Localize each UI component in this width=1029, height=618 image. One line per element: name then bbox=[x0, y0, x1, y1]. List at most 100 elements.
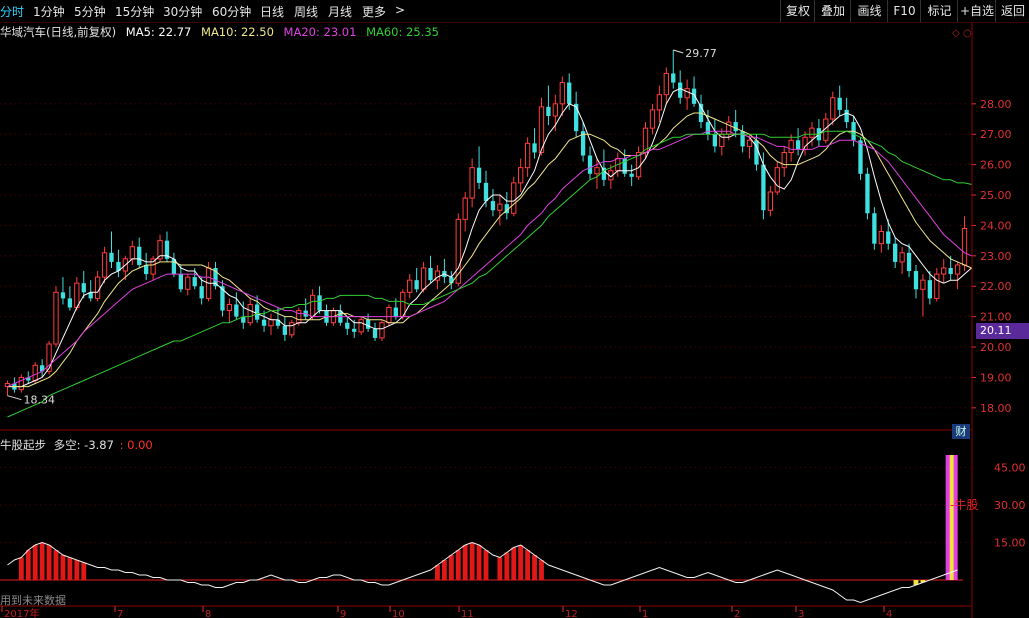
low-annotation: 18.34 bbox=[23, 394, 55, 407]
candle-body bbox=[254, 304, 260, 320]
candle-body bbox=[296, 310, 302, 324]
indicator-red-bar bbox=[497, 557, 503, 580]
candle-body bbox=[428, 268, 433, 281]
candle-body bbox=[289, 322, 295, 336]
x-tick-label: 3 bbox=[798, 609, 804, 618]
indicator-red-bar bbox=[539, 560, 544, 580]
candle-body bbox=[511, 182, 517, 214]
candle-body bbox=[837, 97, 842, 110]
indicator-tick-label: 15.00 bbox=[994, 537, 1026, 550]
indicator-red-bar bbox=[455, 550, 461, 580]
y-tick-label: 24.00 bbox=[980, 219, 1012, 232]
candle-body bbox=[345, 322, 350, 329]
candle-body bbox=[678, 82, 683, 98]
candle-body bbox=[954, 264, 961, 275]
candle-body bbox=[802, 136, 808, 150]
diamond-icon: ◇ bbox=[952, 28, 960, 39]
candle-body bbox=[282, 325, 288, 335]
candle-body bbox=[129, 246, 135, 260]
candle-body bbox=[746, 139, 753, 147]
candle-body bbox=[948, 268, 953, 275]
candle-body bbox=[386, 307, 392, 324]
candle-body bbox=[906, 252, 912, 272]
candle-body bbox=[594, 167, 600, 175]
x-tick-label: 7 bbox=[117, 609, 123, 618]
candle-body bbox=[691, 88, 697, 104]
x-tick-label: 2 bbox=[734, 609, 740, 618]
high-pointer bbox=[673, 49, 684, 54]
y-tick-label: 26.00 bbox=[980, 159, 1012, 172]
candle-body bbox=[740, 131, 745, 147]
candle-body bbox=[67, 298, 73, 308]
candle-body bbox=[712, 134, 718, 147]
candle-body bbox=[94, 276, 101, 299]
candle-body bbox=[414, 280, 419, 290]
y-tick-label: 22.00 bbox=[980, 280, 1012, 293]
candle-body bbox=[268, 319, 274, 327]
candle-body bbox=[407, 279, 413, 293]
candle-body bbox=[767, 191, 773, 211]
candle-body bbox=[261, 319, 267, 326]
indicator-red-bar bbox=[60, 555, 66, 580]
indicator-red-bar bbox=[532, 555, 537, 580]
candle-body bbox=[234, 304, 239, 317]
indicator-red-bar bbox=[441, 560, 447, 580]
indicator-red-bar bbox=[469, 542, 475, 580]
candle-body bbox=[524, 142, 531, 169]
candle-body bbox=[309, 294, 316, 318]
candle-body bbox=[795, 140, 801, 150]
indicator-red-bar bbox=[476, 545, 482, 580]
candle-body bbox=[518, 167, 524, 184]
candle-body bbox=[144, 264, 149, 275]
candle-body bbox=[18, 376, 24, 391]
candle-body bbox=[490, 201, 496, 211]
candle-body bbox=[199, 286, 204, 299]
y-tick-label: 19.00 bbox=[980, 371, 1012, 384]
candle-body bbox=[317, 295, 322, 311]
circle-icon: ○ bbox=[963, 28, 972, 39]
candle-body bbox=[629, 173, 634, 177]
ma-line-ma10 bbox=[7, 112, 972, 388]
x-tick-label: 4 bbox=[886, 609, 892, 618]
y-tick-label: 28.00 bbox=[980, 98, 1012, 111]
chart-canvas[interactable]: 28.00 27.00 26.00 25.00 24.00 23.00 22.00 21.00… bbox=[0, 0, 1029, 618]
y-tick-label: 20.00 bbox=[980, 341, 1012, 354]
candle-body bbox=[761, 164, 766, 211]
candle-body bbox=[865, 173, 870, 214]
candle-body bbox=[809, 127, 815, 138]
candle-body bbox=[365, 319, 371, 329]
candle-body bbox=[226, 303, 233, 312]
candle-body bbox=[483, 182, 489, 202]
x-tick-label: 2017年 bbox=[4, 607, 39, 618]
y-tick-label: 27.00 bbox=[980, 128, 1012, 141]
indicator-red-bar bbox=[67, 557, 73, 580]
candle-body bbox=[671, 73, 676, 83]
candle-body bbox=[469, 167, 475, 199]
indicator-line bbox=[7, 541, 958, 604]
candle-body bbox=[663, 72, 669, 96]
candle-body bbox=[497, 203, 503, 211]
indicator-tick-label: 45.00 bbox=[994, 462, 1026, 475]
candle-body bbox=[705, 122, 711, 135]
candle-body bbox=[726, 121, 732, 135]
candle-body bbox=[60, 292, 66, 299]
candle-body bbox=[684, 88, 690, 99]
candle-body bbox=[32, 364, 38, 381]
candle-body bbox=[372, 328, 378, 338]
y-tick-label: 25.00 bbox=[980, 189, 1012, 202]
x-tick-label: 8 bbox=[205, 609, 211, 618]
y-tick-label: 18.00 bbox=[980, 402, 1012, 415]
indicator-red-bar bbox=[511, 547, 517, 580]
bull-marker-label: -牛股 bbox=[950, 497, 978, 512]
candle-body bbox=[109, 252, 114, 262]
candle-body bbox=[420, 267, 427, 290]
financial-badge-icon[interactable]: 财 bbox=[952, 424, 970, 439]
indicator-red-bar bbox=[504, 552, 510, 580]
candle-body bbox=[878, 231, 884, 245]
candle-body bbox=[552, 103, 559, 117]
candle-body bbox=[449, 277, 454, 284]
candle-body bbox=[137, 246, 142, 265]
x-tick-label: 9 bbox=[340, 609, 346, 618]
indicator-red-bar bbox=[483, 550, 489, 580]
candle-body bbox=[788, 139, 794, 153]
